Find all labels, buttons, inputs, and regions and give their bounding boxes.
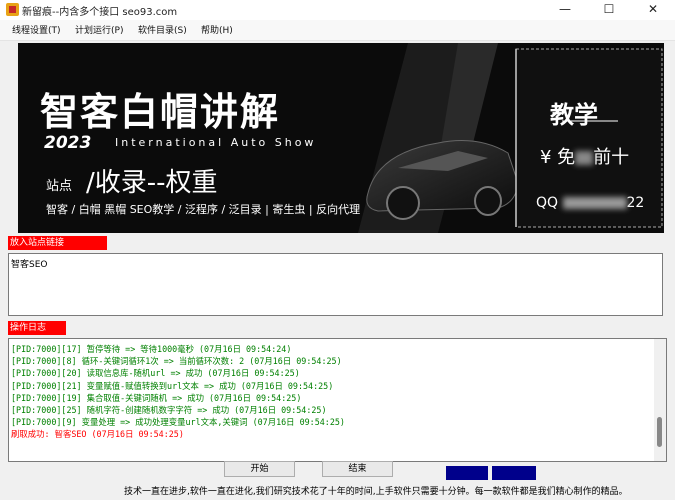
log-label: 操作日志 [8,321,66,335]
log-line: 刷取成功: 智客SEO (07月16日 09:54:25) [11,429,184,440]
menu-software-directory[interactable]: 软件目录(S) [138,23,187,36]
site-link-label: 放入站点链接 [8,236,107,250]
blue-button-2[interactable] [492,466,536,480]
status-text: 技术一直在进步,软件一直在进化,我们研究技术花了十年的时间,上手软件只需要十分钟… [124,487,628,497]
banner-title: 智客白帽讲解 [40,90,281,134]
banner-qq-prefix: QQ [536,195,559,211]
site-link-input[interactable]: 智客SEO [8,253,663,316]
banner-teach: 教学 [550,101,598,129]
blurred-text [575,151,594,165]
banner-free-prefix: ¥ 免 [540,147,576,168]
log-line: [PID:7000][25] 随机字符-创建随机数字字符 => 成功 (07月1… [11,405,327,416]
banner-slogan: /收录--权重 [86,168,218,198]
close-button[interactable]: ✕ [631,0,675,20]
banner-image: 智客白帽讲解 2023 International Auto Show 站点 /… [18,43,664,233]
menu-help[interactable]: 帮助(H) [201,23,233,36]
stop-button[interactable]: 结束 [322,461,393,477]
status-bar: 技术一直在进步,软件一直在进化,我们研究技术花了十年的时间,上手软件只需要十分钟… [0,482,675,500]
log-line: [PID:7000][19] 集合取值-关键词随机 => 成功 (07月16日 … [11,392,302,403]
title-bar: 新留痕--内含多个接口 seo93.com — ☐ ✕ [0,0,675,21]
menu-scheduled-run[interactable]: 计划运行(P) [75,23,123,36]
log-lines: [PID:7000][17] 暂停等待 => 等待1000毫秒 (07月16日 … [11,343,345,441]
blurred-qq-number [562,197,627,209]
window-title: 新留痕--内含多个接口 seo93.com [22,7,178,18]
banner-qq: QQ 22 [536,195,644,211]
banner-qq-suffix: 22 [626,195,645,211]
maximize-button[interactable]: ☐ [587,0,631,20]
banner-station: 站点 [46,179,73,194]
banner-free-suffix: 前十 [593,147,630,168]
log-scrollbar[interactable] [654,339,666,461]
app-icon [6,3,19,16]
site-link-value: 智客SEO [11,260,48,270]
log-line: [PID:7000][9] 变量处理 => 成功处理变量url文本,关键词 (0… [11,417,345,428]
log-line: [PID:7000][20] 读取信息库-随机url => 成功 (07月16日… [11,368,300,379]
log-area[interactable]: [PID:7000][17] 暂停等待 => 等待1000毫秒 (07月16日 … [8,338,667,462]
log-line: [PID:7000][17] 暂停等待 => 等待1000毫秒 (07月16日 … [11,344,292,354]
menu-thread-settings[interactable]: 线程设置(T) [12,23,61,36]
banner-year: 2023 [44,133,92,153]
log-line: [PID:7000][21] 变量赋值-赋值转换到url文本 => 成功 (07… [11,380,334,391]
start-button[interactable]: 开始 [224,461,295,477]
banner-tags: 智客 / 白帽 黑帽 SEO教学 / 泛程序 / 泛目录 | 寄生虫 | 反向代… [46,203,361,216]
log-line: [PID:7000][8] 循环-关键词循环1次 => 当前循环次数: 2 (0… [11,356,342,367]
banner-free-text: ¥ 免前十 [540,143,629,169]
banner-subtitle: International Auto Show [115,136,317,149]
blue-button-1[interactable] [446,466,488,480]
menu-bar: 线程设置(T) 计划运行(P) 软件目录(S) 帮助(H) [0,20,675,41]
log-scrollbar-thumb[interactable] [657,417,662,447]
minimize-button[interactable]: — [543,0,587,20]
